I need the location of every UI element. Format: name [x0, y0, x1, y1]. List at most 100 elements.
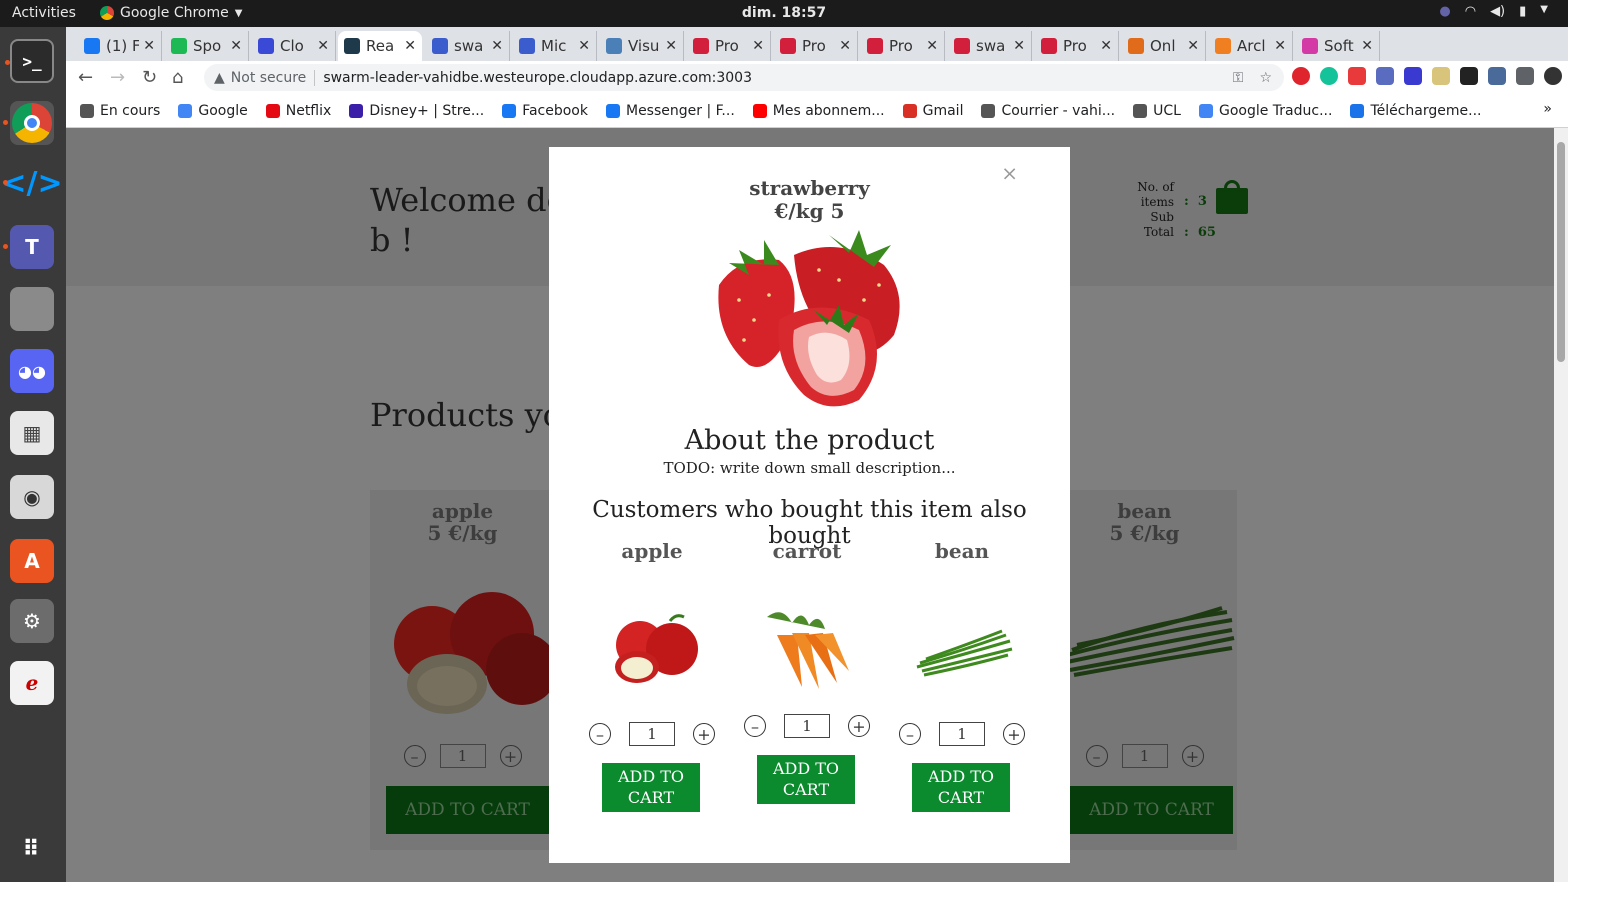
- tab[interactable]: Visu ✕: [600, 31, 684, 61]
- extension-icon[interactable]: [1404, 67, 1422, 85]
- add-to-cart-button[interactable]: ADD TO CART: [912, 763, 1010, 812]
- tab-close-icon[interactable]: ✕: [404, 38, 416, 54]
- chrome-dock-icon[interactable]: [3, 101, 54, 145]
- quantity-input[interactable]: 1: [629, 722, 675, 746]
- home-icon[interactable]: ⌂: [172, 67, 183, 88]
- tab[interactable]: Clo ✕: [252, 31, 336, 61]
- more-bookmarks-icon[interactable]: »: [1543, 101, 1552, 117]
- tab-close-icon[interactable]: ✕: [839, 38, 851, 54]
- scrollbar-thumb[interactable]: [1557, 142, 1565, 362]
- tab[interactable]: Pro ✕: [774, 31, 858, 61]
- bookmark-item[interactable]: Courrier - vahi...: [981, 103, 1115, 119]
- forward-icon[interactable]: →: [110, 67, 125, 88]
- tab-close-icon[interactable]: ✕: [230, 38, 242, 54]
- volume-icon[interactable]: ◀): [1490, 4, 1505, 19]
- quantity-input[interactable]: 1: [784, 714, 830, 738]
- image-extension-icon[interactable]: [1432, 67, 1450, 85]
- tab[interactable]: swa ✕: [948, 31, 1032, 61]
- tab-close-icon[interactable]: ✕: [926, 38, 938, 54]
- vscode-icon[interactable]: </>: [1, 161, 62, 205]
- puzzle-icon[interactable]: [1516, 67, 1534, 85]
- tab-close-icon[interactable]: ✕: [578, 38, 590, 54]
- tp-extension-icon[interactable]: [1348, 67, 1366, 85]
- calculator-icon[interactable]: ▦: [10, 411, 54, 455]
- discord-icon[interactable]: ◕◕: [10, 349, 54, 393]
- terminal-icon[interactable]: >_: [5, 39, 54, 83]
- bookmark-item[interactable]: Facebook: [502, 103, 588, 119]
- increment-button[interactable]: +: [693, 723, 715, 745]
- add-to-cart-button[interactable]: ADD TO CART: [1070, 786, 1233, 834]
- tab[interactable]: Pro ✕: [861, 31, 945, 61]
- url-text[interactable]: swarm-leader-vahidbe.westeurope.cloudapp…: [323, 70, 752, 86]
- tab-close-icon[interactable]: ✕: [317, 38, 329, 54]
- fish-extension-icon[interactable]: [1460, 67, 1478, 85]
- teams-icon[interactable]: T: [3, 225, 54, 269]
- system-tray[interactable]: ● ◠ ◀) ▮ ▼: [1439, 4, 1548, 19]
- tab-close-icon[interactable]: ✕: [1187, 38, 1199, 54]
- increment-button[interactable]: +: [1181, 745, 1204, 767]
- files-icon[interactable]: [10, 287, 54, 331]
- tab-close-icon[interactable]: ✕: [665, 38, 677, 54]
- bookmark-star-icon[interactable]: ☆: [1259, 70, 1272, 86]
- decrement-button[interactable]: –: [899, 723, 921, 745]
- pdf-viewer-icon[interactable]: ℯ: [10, 661, 54, 705]
- tab-close-icon[interactable]: ✕: [1361, 38, 1373, 54]
- bookmark-item[interactable]: Google: [178, 103, 248, 119]
- tab-close-icon[interactable]: ✕: [143, 38, 155, 54]
- key-icon[interactable]: ⚿: [1233, 70, 1244, 86]
- bookmark-item[interactable]: Messenger | F...: [605, 103, 735, 119]
- tab-close-icon[interactable]: ✕: [752, 38, 764, 54]
- tab-close-icon[interactable]: ✕: [1274, 38, 1286, 54]
- activities-button[interactable]: Activities: [12, 5, 76, 21]
- reload-icon[interactable]: ↻: [142, 67, 157, 88]
- quantity-input[interactable]: 1: [939, 722, 985, 746]
- warning-icon[interactable]: ▲: [214, 70, 225, 86]
- decrement-button[interactable]: –: [1085, 745, 1108, 767]
- bookmark-item[interactable]: Netflix: [265, 103, 331, 119]
- bookmark-item[interactable]: En cours: [80, 103, 160, 119]
- app-grid-icon[interactable]: ⠿: [10, 827, 54, 871]
- tab[interactable]: Pro ✕: [1035, 31, 1119, 61]
- bookmark-item[interactable]: Disney+ | Stre...: [349, 103, 484, 119]
- add-to-cart-button[interactable]: ADD TO CART: [386, 786, 549, 834]
- bookmark-item[interactable]: Google Traduc...: [1198, 103, 1332, 119]
- tab[interactable]: Pro ✕: [687, 31, 771, 61]
- quantity-input[interactable]: 1: [439, 744, 486, 768]
- bookmark-item[interactable]: Gmail: [902, 103, 963, 119]
- tab[interactable]: Spo ✕: [165, 31, 249, 61]
- increment-button[interactable]: +: [1003, 723, 1025, 745]
- adblock-icon[interactable]: [1292, 67, 1310, 85]
- decrement-button[interactable]: –: [744, 715, 766, 737]
- battery-icon[interactable]: ▮: [1519, 4, 1526, 19]
- back-icon[interactable]: ←: [78, 67, 93, 88]
- address-bar[interactable]: ▲ Not secure swarm-leader-vahidbe.westeu…: [204, 64, 1284, 91]
- wifi-icon[interactable]: ◠: [1465, 4, 1476, 19]
- bookmark-item[interactable]: Téléchargeme...: [1350, 103, 1482, 119]
- page-scrollbar[interactable]: [1554, 128, 1568, 882]
- tab-close-icon[interactable]: ✕: [1100, 38, 1112, 54]
- tab[interactable]: Arcl ✕: [1209, 31, 1293, 61]
- decrement-button[interactable]: –: [589, 723, 611, 745]
- bookmark-item[interactable]: Mes abonnem...: [752, 103, 885, 119]
- extension-icon[interactable]: [1376, 67, 1394, 85]
- increment-button[interactable]: +: [848, 715, 870, 737]
- not-secure-label[interactable]: Not secure: [231, 69, 316, 86]
- tab[interactable]: swa ✕: [426, 31, 510, 61]
- chevron-down-icon[interactable]: ▼: [1540, 4, 1548, 19]
- shopping-bag-icon[interactable]: [1216, 180, 1248, 214]
- camera-icon[interactable]: ◉: [10, 475, 54, 519]
- tab-close-icon[interactable]: ✕: [491, 38, 503, 54]
- tab[interactable]: Soft ✕: [1296, 31, 1380, 61]
- add-to-cart-button[interactable]: ADD TO CART: [757, 755, 855, 804]
- tab[interactable]: Rea ✕: [338, 31, 422, 61]
- increment-button[interactable]: +: [499, 745, 522, 767]
- profile-avatar[interactable]: [1544, 67, 1562, 85]
- tab-close-icon[interactable]: ✕: [1013, 38, 1025, 54]
- clock[interactable]: dim. 18:57: [742, 5, 826, 21]
- tab[interactable]: Mic ✕: [513, 31, 597, 61]
- tab[interactable]: (1) F ✕: [78, 31, 162, 61]
- grammarly-icon[interactable]: [1320, 67, 1338, 85]
- teams-tray-icon[interactable]: ●: [1439, 4, 1450, 19]
- quantity-input[interactable]: 1: [1121, 744, 1168, 768]
- settings-icon[interactable]: ⚙: [10, 599, 54, 643]
